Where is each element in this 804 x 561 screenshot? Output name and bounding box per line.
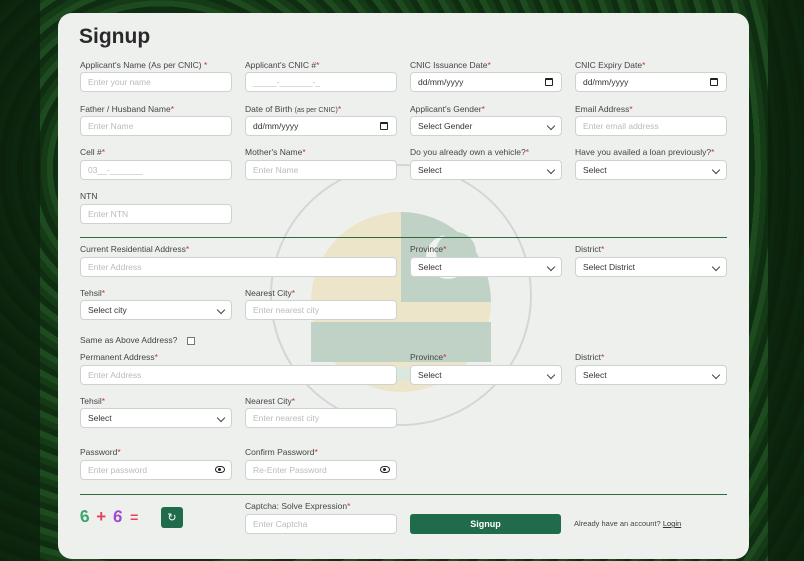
- password-input[interactable]: Enter password: [80, 460, 232, 480]
- permanent-tehsil-select[interactable]: Select: [80, 408, 232, 428]
- chevron-down-icon: [711, 370, 721, 380]
- current-district-label: District*: [575, 244, 605, 254]
- vehicle-label: Do you already own a vehicle?*: [410, 147, 530, 157]
- permanent-city-label: Nearest City*: [245, 396, 296, 406]
- permanent-district-value: Select: [583, 370, 607, 380]
- loan-label: Have you availed a loan previously?*: [575, 147, 715, 157]
- mother-name-label: Mother's Name*: [245, 147, 306, 157]
- permanent-city-input[interactable]: Enter nearest city: [245, 408, 397, 428]
- permanent-address-label: Permanent Address*: [80, 352, 158, 362]
- permanent-address-input[interactable]: Enter Address: [80, 365, 397, 385]
- chevron-down-icon: [546, 370, 556, 380]
- permanent-tehsil-label: Tehsil*: [80, 396, 106, 406]
- applicant-name-label: Applicant's Name (As per CNIC) *: [80, 60, 208, 70]
- ntn-label: NTN: [80, 191, 98, 201]
- captcha-digit-b: 6: [111, 506, 124, 527]
- captcha-image: 6 + 6 =: [78, 506, 152, 531]
- cnic-expiry-label: CNIC Expiry Date*: [575, 60, 646, 70]
- background-shade-right: [768, 0, 804, 561]
- cnic-label: Applicant's CNIC #*: [245, 60, 320, 70]
- chevron-down-icon: [546, 262, 556, 272]
- permanent-province-value: Select: [418, 370, 442, 380]
- password-placeholder: Enter password: [88, 465, 148, 475]
- email-input[interactable]: Enter email address: [575, 116, 727, 136]
- permanent-district-label: District*: [575, 352, 605, 362]
- chevron-down-icon: [546, 121, 556, 131]
- gender-select-value: Select Gender: [418, 121, 473, 131]
- captcha-operator: +: [96, 507, 107, 526]
- calendar-icon[interactable]: [710, 78, 718, 86]
- eye-icon[interactable]: [380, 466, 390, 473]
- vehicle-select[interactable]: Select: [410, 160, 562, 180]
- loan-select[interactable]: Select: [575, 160, 727, 180]
- permanent-tehsil-value: Select: [88, 413, 112, 423]
- father-name-input[interactable]: Enter Name: [80, 116, 232, 136]
- dob-label: Date of Birth (as per CNIC)*: [245, 104, 342, 114]
- current-tehsil-value: Select city: [88, 305, 127, 315]
- father-name-label: Father / Husband Name*: [80, 104, 175, 114]
- chevron-down-icon: [546, 165, 556, 175]
- current-city-label: Nearest City*: [245, 288, 296, 298]
- cnic-expiry-date-input[interactable]: dd/mm/yyyy: [575, 72, 727, 92]
- confirm-password-label: Confirm Password*: [245, 447, 318, 457]
- permanent-province-label: Province*: [410, 352, 447, 362]
- calendar-icon[interactable]: [380, 122, 388, 130]
- gender-label: Applicant's Gender*: [410, 104, 485, 114]
- captcha-input[interactable]: Enter Captcha: [245, 514, 397, 534]
- dob-value: dd/mm/yyyy: [253, 121, 299, 131]
- chevron-down-icon: [711, 165, 721, 175]
- background-shade-left: [0, 0, 40, 561]
- same-address-checkbox[interactable]: [187, 337, 195, 345]
- current-district-select[interactable]: Select District: [575, 257, 727, 277]
- captcha-label: Captcha: Solve Expression*: [245, 501, 351, 511]
- current-address-label: Current Residential Address*: [80, 244, 190, 254]
- cnic-expiry-date-value: dd/mm/yyyy: [583, 77, 629, 87]
- ntn-input[interactable]: Enter NTN: [80, 204, 232, 224]
- confirm-password-input[interactable]: Re-Enter Password: [245, 460, 397, 480]
- applicant-name-input[interactable]: Enter your name: [80, 72, 232, 92]
- current-district-value: Select District: [583, 262, 635, 272]
- chevron-down-icon: [216, 305, 226, 315]
- chevron-down-icon: [711, 262, 721, 272]
- current-tehsil-label: Tehsil*: [80, 288, 106, 298]
- cnic-issuance-label: CNIC Issuance Date*: [410, 60, 491, 70]
- vehicle-select-value: Select: [418, 165, 442, 175]
- confirm-password-placeholder: Re-Enter Password: [253, 465, 327, 475]
- loan-select-value: Select: [583, 165, 607, 175]
- permanent-district-select[interactable]: Select: [575, 365, 727, 385]
- current-province-label: Province*: [410, 244, 447, 254]
- refresh-captcha-button[interactable]: ↻: [161, 507, 183, 528]
- cell-label: Cell #*: [80, 147, 106, 157]
- captcha-digit-a: 6: [78, 506, 91, 527]
- email-label: Email Address*: [575, 104, 633, 114]
- login-link[interactable]: Login: [663, 519, 681, 528]
- chevron-down-icon: [216, 413, 226, 423]
- same-address-label: Same as Above Address?: [80, 335, 178, 345]
- cnic-input[interactable]: _____-_______-_: [245, 72, 397, 92]
- section-divider: [80, 494, 727, 495]
- current-address-input[interactable]: Enter Address: [80, 257, 397, 277]
- have-account-text: Already have an account?: [574, 519, 661, 528]
- current-tehsil-select[interactable]: Select city: [80, 300, 232, 320]
- cell-input[interactable]: 03__-_______: [80, 160, 232, 180]
- login-prompt: Already have an account? Login: [574, 519, 681, 528]
- signup-button[interactable]: Signup: [410, 514, 561, 534]
- refresh-icon: ↻: [167, 511, 177, 524]
- cnic-issuance-date-input[interactable]: dd/mm/yyyy: [410, 72, 562, 92]
- gender-select[interactable]: Select Gender: [410, 116, 562, 136]
- mother-name-input[interactable]: Enter Name: [245, 160, 397, 180]
- current-province-value: Select: [418, 262, 442, 272]
- dob-input[interactable]: dd/mm/yyyy: [245, 116, 397, 136]
- page-title: Signup: [79, 25, 151, 48]
- section-divider: [80, 237, 727, 238]
- permanent-province-select[interactable]: Select: [410, 365, 562, 385]
- current-city-input[interactable]: Enter nearest city: [245, 300, 397, 320]
- password-label: Password*: [80, 447, 121, 457]
- eye-icon[interactable]: [215, 466, 225, 473]
- current-province-select[interactable]: Select: [410, 257, 562, 277]
- cnic-issuance-date-value: dd/mm/yyyy: [418, 77, 464, 87]
- captcha-equals: =: [130, 509, 139, 525]
- calendar-icon[interactable]: [545, 78, 553, 86]
